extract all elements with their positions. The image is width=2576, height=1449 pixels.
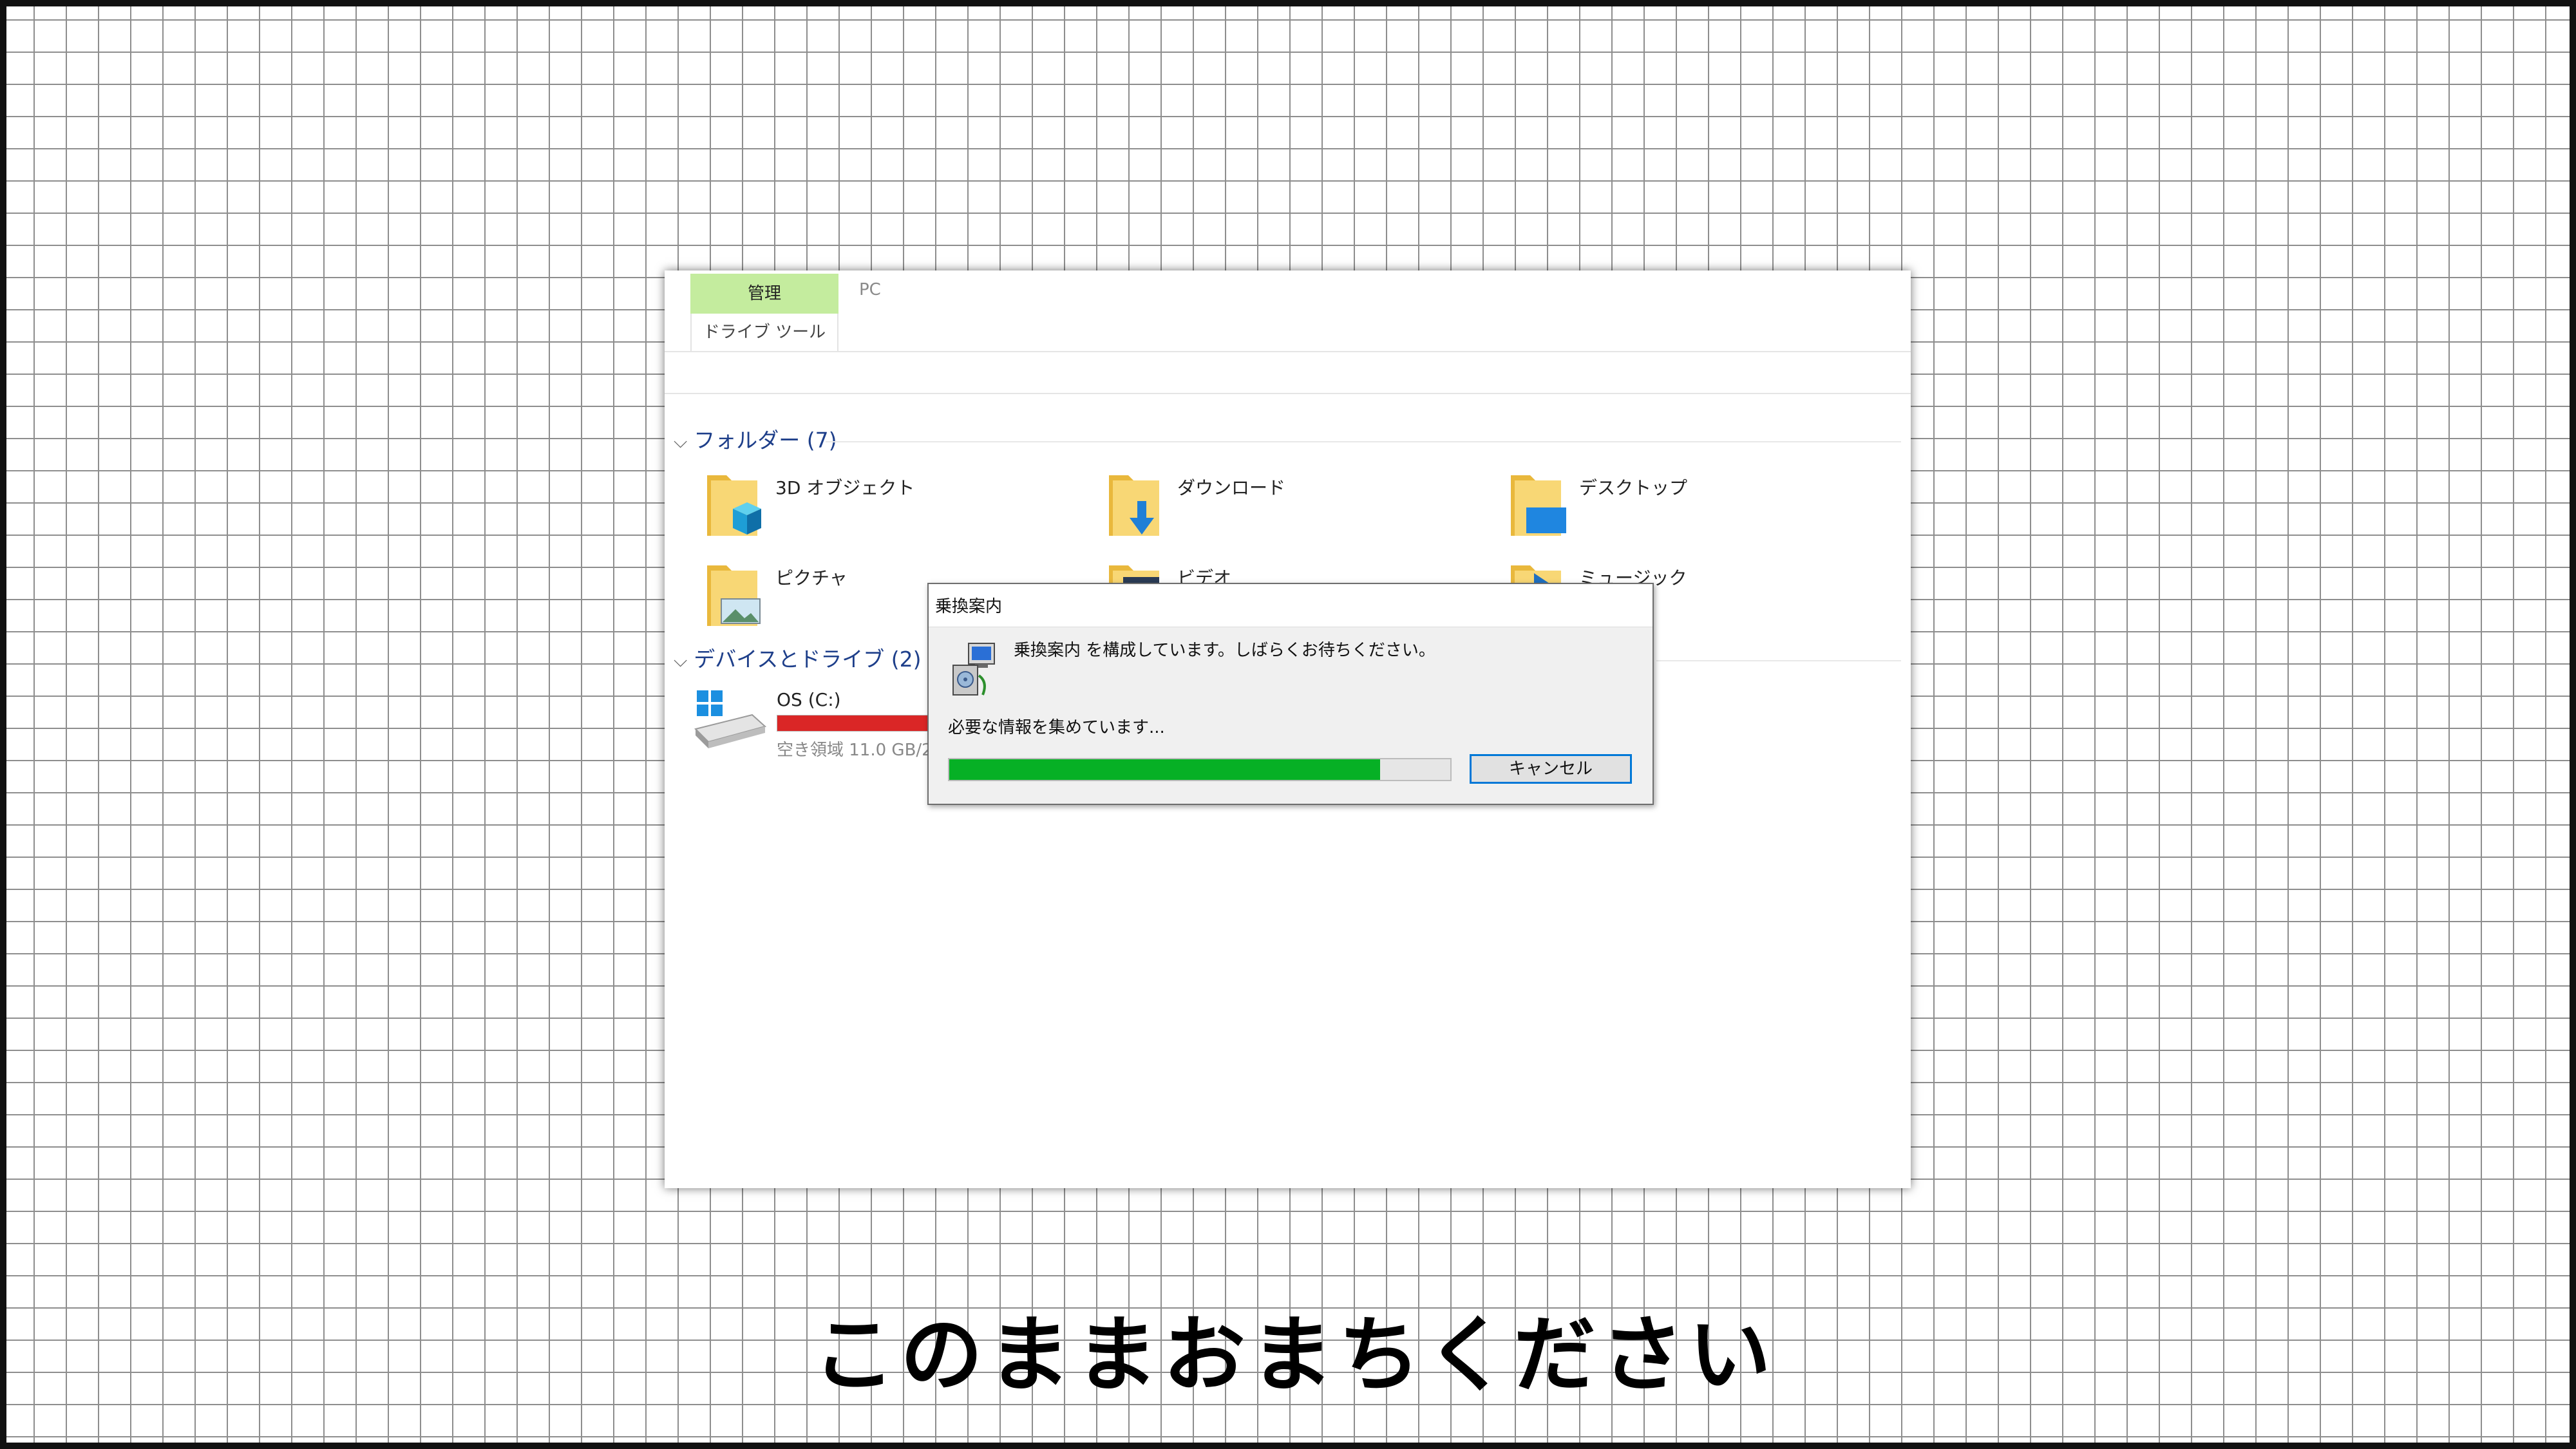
folder-label: ダウンロード	[1177, 477, 1286, 498]
cancel-button[interactable]: キャンセル	[1470, 754, 1632, 784]
folder-label: 3D オブジェクト	[775, 477, 915, 498]
folder-label: デスクトップ	[1579, 477, 1688, 498]
setup-dialog: 乗換案内 乗換案内 を構成しています。しばらくお待ちください。 必要な情報を集め…	[927, 583, 1654, 805]
desktop-folder-icon	[1511, 475, 1566, 536]
tab-manage[interactable]: 管理	[690, 274, 838, 314]
section-divider	[1656, 660, 1901, 661]
setup-progress-fill	[949, 759, 1381, 780]
drive-label: OS (C:)	[777, 689, 841, 710]
ribbon-divider	[665, 351, 1911, 352]
dialog-title-bar[interactable]: 乗換案内	[929, 584, 1653, 627]
dialog-title: 乗換案内	[935, 597, 1003, 616]
hard-drive-icon	[694, 690, 767, 748]
caption-text: このままおまちください	[812, 1307, 1776, 1403]
chevron-down-icon: ⌵	[674, 431, 688, 452]
screen-background: 管理 ドライブ ツール PC ⌵ フォルダー (7) 3D オブジェクト ダウン…	[0, 0, 2576, 1449]
tab-drive-tools[interactable]: ドライブ ツール	[690, 314, 838, 351]
setup-progress-bar	[948, 758, 1452, 781]
folders-heading: フォルダー (7)	[694, 428, 837, 453]
installer-icon	[952, 643, 995, 696]
folder-desktop[interactable]: デスクトップ	[1508, 470, 1895, 547]
folder-label: ピクチャ	[775, 567, 848, 589]
drive-free-space: 空き領域 11.0 GB/2	[777, 741, 933, 760]
pictures-folder-icon	[707, 565, 761, 626]
devices-section-header[interactable]: ⌵ デバイスとドライブ (2)	[674, 642, 921, 673]
tab-pc[interactable]: PC	[859, 280, 881, 299]
dialog-status-text: 必要な情報を集めています...	[948, 718, 1165, 737]
downloads-folder-icon	[1109, 475, 1159, 536]
address-divider	[665, 393, 1911, 394]
section-divider	[826, 441, 1901, 442]
folder-3d-objects[interactable]: 3D オブジェクト	[705, 470, 1091, 547]
chevron-down-icon: ⌵	[674, 650, 688, 671]
dialog-message: 乗換案内 を構成しています。しばらくお待ちください。	[1014, 641, 1435, 660]
folders-section-header[interactable]: ⌵ フォルダー (7)	[674, 423, 837, 454]
folder-downloads[interactable]: ダウンロード	[1106, 470, 1493, 547]
3d-objects-folder-icon	[707, 475, 761, 536]
devices-heading: デバイスとドライブ (2)	[694, 647, 922, 672]
